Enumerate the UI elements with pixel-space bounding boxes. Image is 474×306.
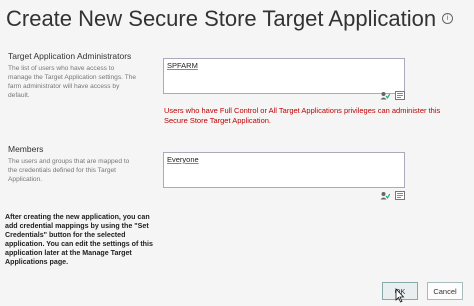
admins-people-picker[interactable]: SPFARM: [163, 58, 405, 94]
browse-icon[interactable]: [395, 91, 405, 100]
cancel-button[interactable]: Cancel: [427, 282, 463, 300]
footer-note: After creating the new application, you …: [5, 213, 153, 266]
members-people-picker[interactable]: Everyone: [163, 152, 405, 188]
members-picker-icons: [380, 191, 405, 200]
admins-entry[interactable]: SPFARM: [167, 61, 198, 70]
browse-icon[interactable]: [395, 191, 405, 200]
members-entry[interactable]: Everyone: [167, 155, 199, 164]
admins-heading: Target Application Administrators: [8, 51, 132, 61]
check-names-icon[interactable]: [380, 191, 390, 200]
members-heading: Members: [8, 144, 44, 154]
info-icon[interactable]: i: [442, 12, 454, 24]
mouse-cursor-icon: [395, 288, 405, 303]
page-title: Create New Secure Store Target Applicati…: [6, 6, 454, 32]
admins-picker-icons: [380, 91, 405, 100]
admins-description: The list of users who have access to man…: [8, 65, 137, 99]
page-title-text: Create New Secure Store Target Applicati…: [6, 6, 437, 31]
check-names-icon[interactable]: [380, 91, 390, 100]
admins-error-message: Users who have Full Control or All Targe…: [164, 106, 441, 125]
members-description: The users and groups that are mapped to …: [8, 158, 130, 183]
